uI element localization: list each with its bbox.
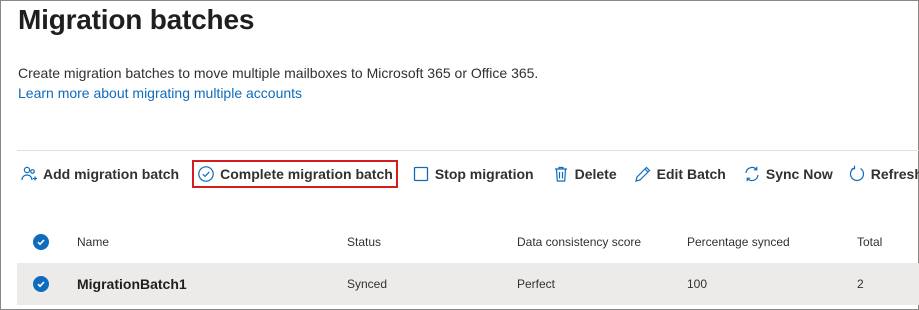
- command-bar: Add migration batch Complete migration b…: [20, 160, 919, 188]
- sync-now-label: Sync Now: [765, 166, 833, 182]
- column-header-score[interactable]: Data consistency score: [517, 227, 641, 257]
- delete-label: Delete: [574, 166, 617, 182]
- row-checkbox[interactable]: [33, 263, 49, 305]
- stop-migration-button[interactable]: Stop migration: [412, 160, 534, 188]
- check-circle-icon: [198, 166, 214, 182]
- sync-now-button[interactable]: Sync Now: [743, 160, 833, 188]
- stop-migration-label: Stop migration: [434, 166, 534, 182]
- trash-icon: [554, 166, 567, 182]
- table-row[interactable]: MigrationBatch1 Synced Perfect 100 2: [17, 263, 919, 305]
- row-status: Synced: [347, 277, 388, 291]
- complete-migration-batch-label: Complete migration batch: [220, 166, 393, 182]
- toolbar-divider: [17, 150, 919, 151]
- row-name[interactable]: MigrationBatch1: [77, 263, 187, 305]
- row-percentage: 100: [687, 277, 708, 291]
- column-header-total[interactable]: Total: [857, 227, 882, 257]
- sync-icon: [745, 166, 759, 182]
- column-header-status[interactable]: Status: [347, 227, 381, 257]
- column-header-percentage[interactable]: Percentage synced: [687, 227, 790, 257]
- add-migration-batch-label: Add migration batch: [43, 166, 180, 182]
- complete-migration-batch-button[interactable]: Complete migration batch: [192, 160, 398, 188]
- refresh-icon: [849, 165, 864, 182]
- learn-more-link[interactable]: Learn more about migrating multiple acco…: [18, 85, 302, 101]
- pencil-icon: [634, 166, 650, 182]
- refresh-button[interactable]: Refresh: [848, 160, 919, 188]
- delete-button[interactable]: Delete: [552, 160, 617, 188]
- page-title: Migration batches: [18, 4, 255, 35]
- edit-batch-button[interactable]: Edit Batch: [634, 160, 726, 188]
- table-header: Name Status Data consistency score Perce…: [17, 227, 919, 257]
- checkmark-icon: [37, 239, 45, 246]
- column-header-name[interactable]: Name: [77, 227, 109, 257]
- select-all-checkbox[interactable]: [33, 227, 49, 257]
- add-people-icon: [21, 166, 37, 181]
- edit-batch-label: Edit Batch: [656, 166, 726, 182]
- row-total: 2: [857, 277, 864, 291]
- row-score: Perfect: [517, 277, 556, 291]
- page-description: Create migration batches to move multipl…: [18, 65, 539, 81]
- add-migration-batch-button[interactable]: Add migration batch: [20, 160, 179, 188]
- checkmark-icon: [37, 281, 45, 288]
- refresh-label: Refresh: [870, 166, 919, 182]
- stop-icon: [413, 166, 428, 182]
